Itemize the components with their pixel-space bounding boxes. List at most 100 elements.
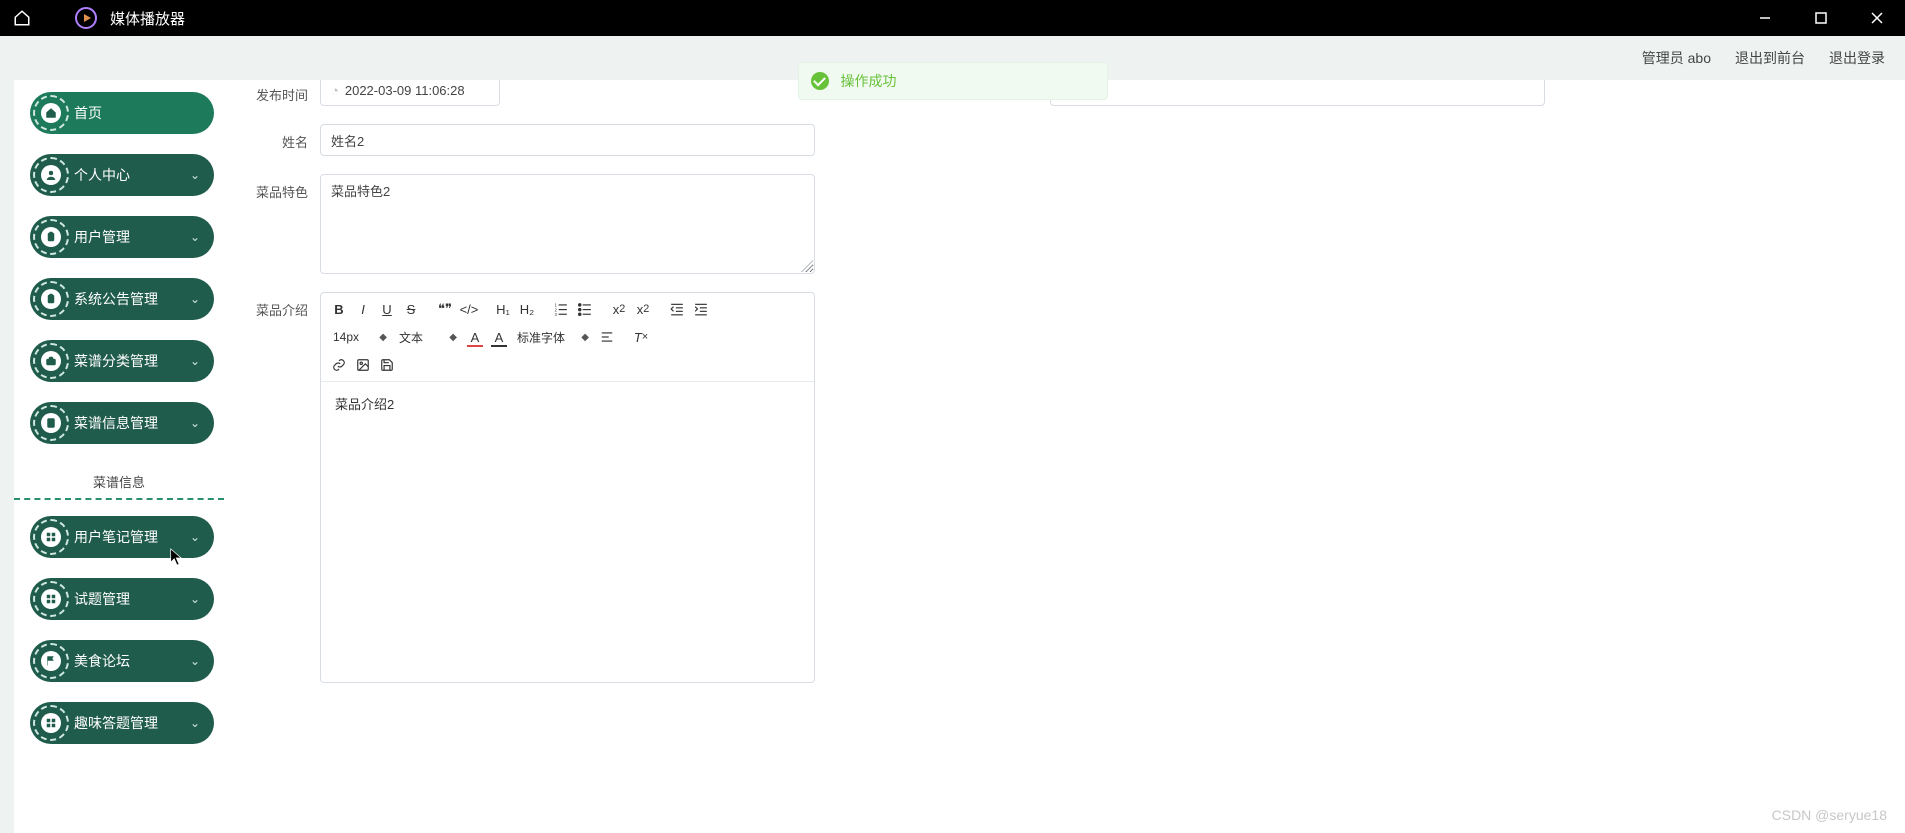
clipboard-icon: [41, 289, 61, 309]
header-logout-link[interactable]: 退出登录: [1829, 48, 1885, 68]
rte-block-type-select[interactable]: 文本 ◆: [393, 326, 463, 348]
os-home-icon[interactable]: [6, 2, 38, 34]
window-close-button[interactable]: [1849, 0, 1905, 36]
name-value[interactable]: [331, 133, 804, 148]
sidebar-item-questions[interactable]: 试题管理 ⌄: [30, 578, 214, 620]
name-label: 姓名: [240, 124, 320, 151]
sidebar-item-user-notes[interactable]: 用户笔记管理 ⌄: [30, 516, 214, 558]
rte-content[interactable]: 菜品介绍2: [321, 382, 814, 682]
rte-quote-button[interactable]: ❝❞: [433, 297, 457, 321]
rte-code-button[interactable]: </>: [457, 297, 481, 321]
sidebar-item-label: 系统公告管理: [72, 289, 190, 309]
rte-underline-button[interactable]: U: [375, 297, 399, 321]
briefcase-icon: [41, 351, 61, 371]
account-input[interactable]: [1050, 80, 1545, 106]
sidebar-item-quiz[interactable]: 趣味答题管理 ⌄: [30, 702, 214, 744]
header-admin-label[interactable]: 管理员 abo: [1642, 48, 1711, 68]
chevron-down-icon: ⌄: [190, 592, 214, 606]
sidebar-subitem-recipe-info[interactable]: 菜谱信息: [14, 464, 224, 498]
rte-link-button[interactable]: [327, 353, 351, 377]
rte-unordered-list-button[interactable]: [573, 297, 597, 321]
name-input[interactable]: [320, 124, 815, 156]
rte-strike-button[interactable]: S: [399, 297, 423, 321]
grid-icon: [41, 589, 61, 609]
caret-icon: ◆: [581, 332, 589, 343]
clipboard-icon: [41, 227, 61, 247]
intro-label: 菜品介绍: [240, 292, 320, 319]
feature-label: 菜品特色: [240, 174, 320, 201]
rte-bold-button[interactable]: B: [327, 297, 351, 321]
rte-font-size-value: 14px: [333, 330, 359, 344]
media-player-icon: [70, 2, 102, 34]
sidebar-separator: [14, 498, 224, 500]
caret-icon: ◆: [449, 332, 457, 343]
sidebar-item-notice[interactable]: 系统公告管理 ⌄: [30, 278, 214, 320]
rte-ordered-list-button[interactable]: 123: [549, 297, 573, 321]
caret-icon: ◆: [379, 332, 387, 343]
rte-save-button[interactable]: [375, 353, 399, 377]
success-toast: 操作成功: [798, 62, 1108, 100]
sidebar-item-label: 用户笔记管理: [72, 527, 190, 547]
sidebar-item-recipe-info[interactable]: 菜谱信息管理 ⌄: [30, 402, 214, 444]
chevron-down-icon: ⌄: [190, 716, 214, 730]
rte-highlight-button[interactable]: A: [487, 325, 511, 349]
rte-italic-button[interactable]: I: [351, 297, 375, 321]
clock-icon: ◔: [331, 83, 339, 98]
rte-indent-button[interactable]: [689, 297, 713, 321]
main-content: 发布时间 ◔ 号 姓名 菜品特色 菜品特色2 菜品介绍: [224, 80, 1905, 833]
chevron-down-icon: ⌄: [190, 416, 214, 430]
chevron-down-icon: ⌄: [190, 230, 214, 244]
success-check-icon: [811, 72, 829, 90]
sidebar-item-label: 用户管理: [72, 227, 190, 247]
rte-font-size-select[interactable]: 14px ◆: [327, 326, 393, 348]
sidebar-item-label: 首页: [72, 103, 214, 123]
flag-icon: [41, 651, 61, 671]
publish-time-label: 发布时间: [240, 80, 320, 104]
rte-clear-format-button[interactable]: T×: [629, 325, 653, 349]
chevron-down-icon: ⌄: [190, 292, 214, 306]
sidebar-item-label: 试题管理: [72, 589, 190, 609]
window-maximize-button[interactable]: [1793, 0, 1849, 36]
chevron-down-icon: ⌄: [190, 530, 214, 544]
account-value[interactable]: [1061, 83, 1534, 98]
rich-text-editor: B I U S ❝❞ </> H₁ H₂ 123 x2 x2: [320, 292, 815, 683]
feature-textarea[interactable]: 菜品特色2: [320, 174, 815, 274]
grid-icon: [41, 527, 61, 547]
sidebar-item-recipe-category[interactable]: 菜谱分类管理 ⌄: [30, 340, 214, 382]
user-icon: [41, 165, 61, 185]
chevron-down-icon: ⌄: [190, 654, 214, 668]
sidebar-item-label: 个人中心: [72, 165, 190, 185]
header-to-frontend-link[interactable]: 退出到前台: [1735, 48, 1805, 68]
sidebar-item-label: 菜谱信息管理: [72, 413, 190, 433]
os-titlebar: 媒体播放器: [0, 0, 1905, 36]
chevron-down-icon: ⌄: [190, 168, 214, 182]
publish-time-value[interactable]: [345, 83, 489, 98]
rte-h1-button[interactable]: H₁: [491, 297, 515, 321]
rte-h2-button[interactable]: H₂: [515, 297, 539, 321]
rte-align-button[interactable]: [595, 325, 619, 349]
sidebar-item-label: 美食论坛: [72, 651, 190, 671]
chevron-down-icon: ⌄: [190, 354, 214, 368]
window-minimize-button[interactable]: [1737, 0, 1793, 36]
rte-text-color-button[interactable]: A: [463, 325, 487, 349]
publish-time-input[interactable]: ◔: [320, 80, 500, 106]
rte-block-type-value: 文本: [399, 329, 423, 346]
rte-image-button[interactable]: [351, 353, 375, 377]
grid-icon: [41, 713, 61, 733]
sidebar-item-label: 趣味答题管理: [72, 713, 190, 733]
home-icon: [41, 103, 61, 123]
toast-text: 操作成功: [841, 71, 897, 91]
sidebar-item-profile[interactable]: 个人中心 ⌄: [30, 154, 214, 196]
app-window-title: 媒体播放器: [110, 8, 185, 29]
svg-text:3: 3: [555, 312, 558, 316]
document-icon: [41, 413, 61, 433]
sidebar-item-users[interactable]: 用户管理 ⌄: [30, 216, 214, 258]
rte-subscript-button[interactable]: x2: [607, 297, 631, 321]
sidebar-item-forum[interactable]: 美食论坛 ⌄: [30, 640, 214, 682]
rte-font-family-select[interactable]: 标准字体 ◆: [511, 326, 595, 348]
rte-superscript-button[interactable]: x2: [631, 297, 655, 321]
rte-font-family-value: 标准字体: [517, 329, 565, 346]
sidebar-item-home[interactable]: 首页: [30, 92, 214, 134]
rte-outdent-button[interactable]: [665, 297, 689, 321]
sidebar: 首页 个人中心 ⌄ 用户管理 ⌄ 系统公告管理 ⌄: [14, 80, 224, 833]
